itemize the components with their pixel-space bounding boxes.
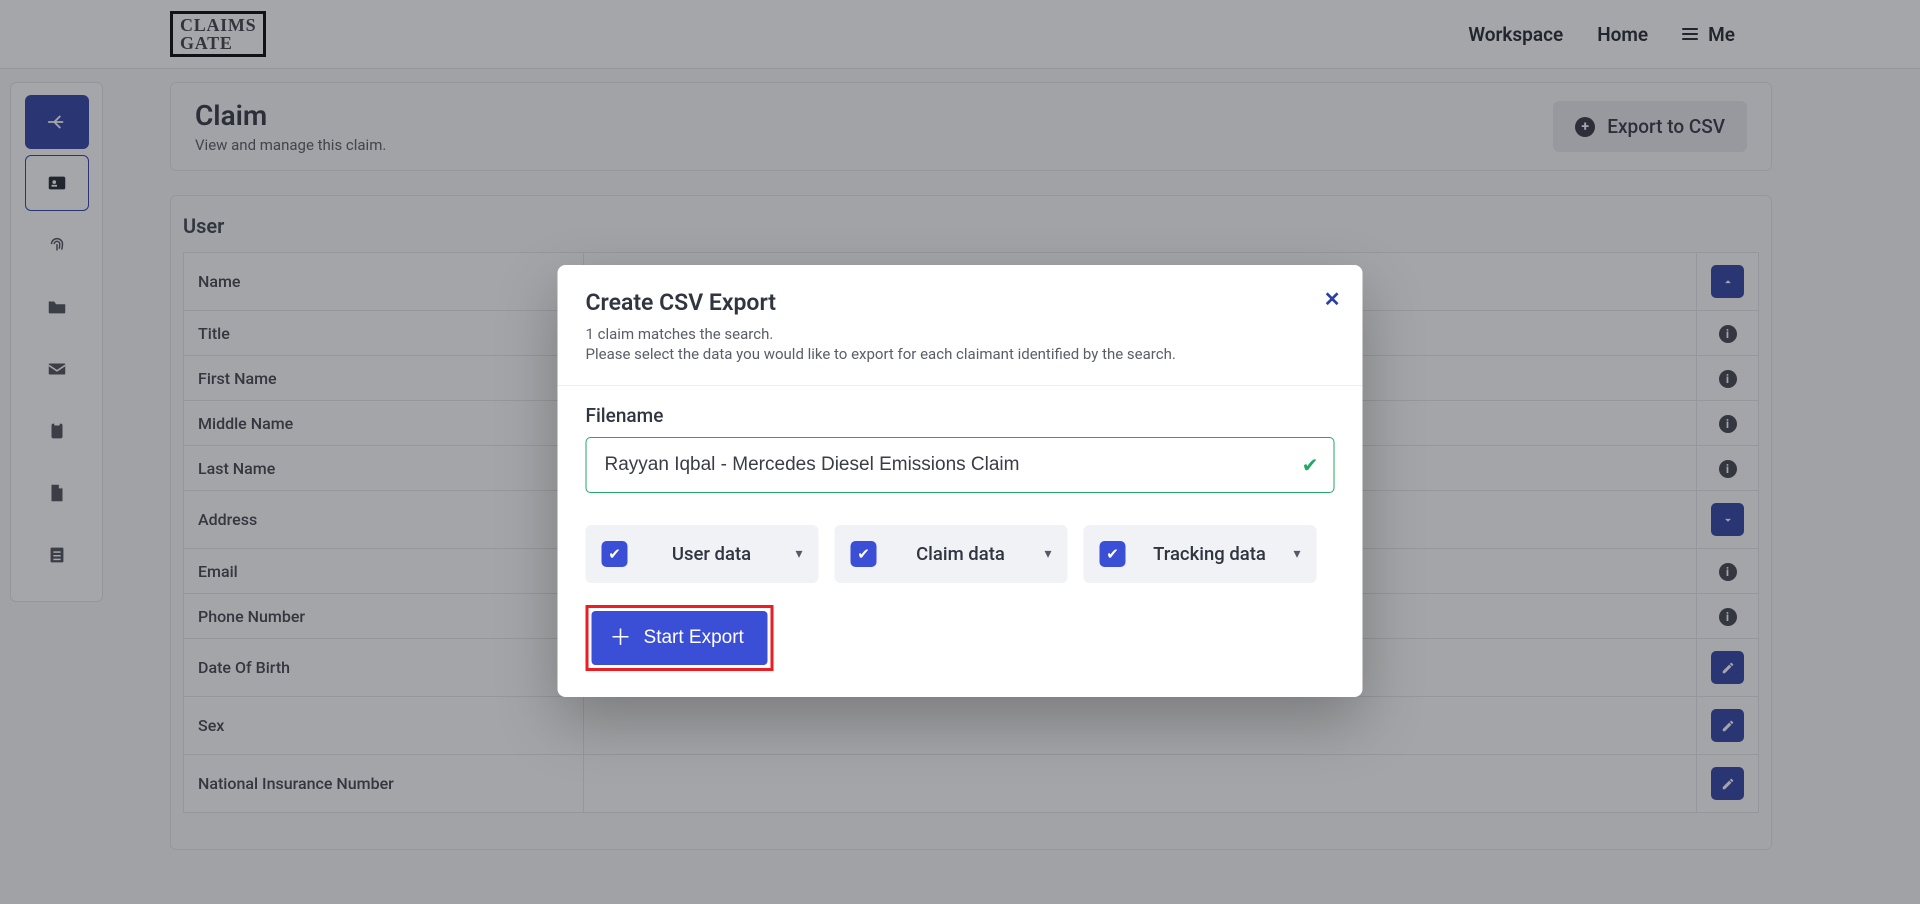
- close-icon: ✕: [1324, 287, 1341, 311]
- checkbox-checked-icon: ✔: [602, 541, 628, 567]
- checkbox-checked-icon: ✔: [1100, 541, 1126, 567]
- chip-label: Claim data: [891, 543, 1031, 565]
- export-option-chip[interactable]: ✔ User data ▾: [586, 525, 819, 583]
- check-icon: ✔: [1302, 453, 1319, 477]
- export-options-row: ✔ User data ▾ ✔ Claim data ▾ ✔ Tracking data ▾: [586, 525, 1335, 583]
- modal-close-button[interactable]: ✕: [1324, 287, 1341, 311]
- export-option-chip[interactable]: ✔ Tracking data ▾: [1084, 525, 1317, 583]
- export-modal: Create CSV Export 1 claim matches the se…: [558, 265, 1363, 697]
- modal-title: Create CSV Export: [586, 289, 1335, 316]
- start-export-button[interactable]: ＋ Start Export: [592, 611, 768, 665]
- chevron-down-icon: ▾: [795, 546, 802, 562]
- start-export-highlight: ＋ Start Export: [586, 605, 774, 671]
- modal-description: 1 claim matches the search. Please selec…: [586, 324, 1335, 365]
- chip-label: User data: [642, 543, 782, 565]
- chip-label: Tracking data: [1140, 543, 1280, 565]
- chevron-down-icon: ▾: [1293, 546, 1300, 562]
- checkbox-checked-icon: ✔: [851, 541, 877, 567]
- filename-input[interactable]: [586, 437, 1335, 493]
- export-option-chip[interactable]: ✔ Claim data ▾: [835, 525, 1068, 583]
- filename-label: Filename: [586, 404, 1335, 427]
- chevron-down-icon: ▾: [1044, 546, 1051, 562]
